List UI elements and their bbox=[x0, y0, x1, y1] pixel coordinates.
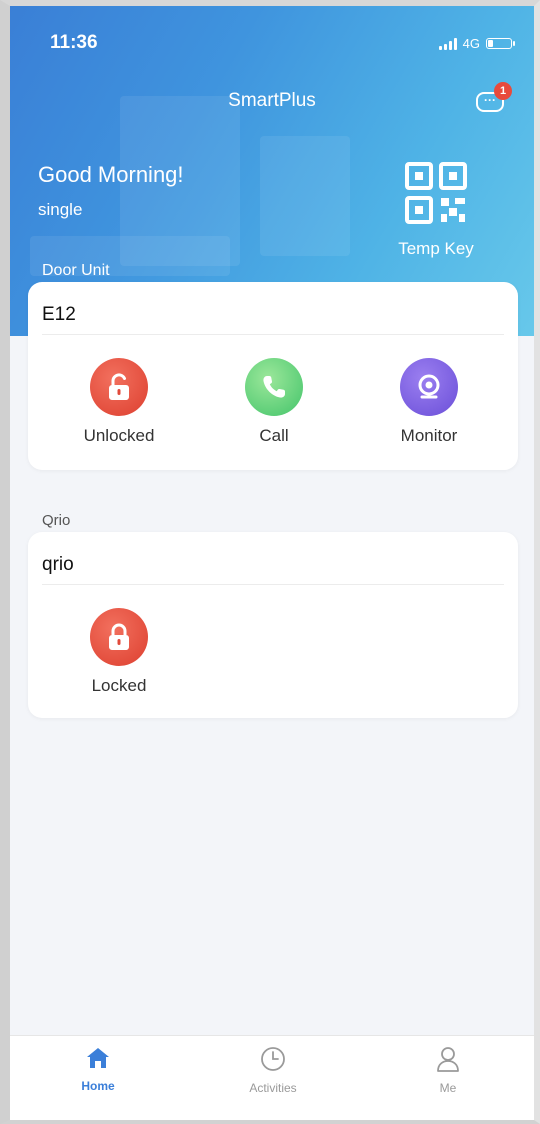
tab-label: Activities bbox=[249, 1081, 297, 1095]
qr-code-icon bbox=[405, 162, 467, 224]
temp-key-button[interactable]: Temp Key bbox=[386, 162, 486, 259]
action-label: Monitor bbox=[400, 426, 458, 445]
home-icon bbox=[87, 1048, 109, 1068]
message-count-badge: 1 bbox=[494, 82, 512, 100]
signal-icon bbox=[438, 37, 457, 50]
action-label: Call bbox=[259, 426, 289, 445]
door-unit-section-label: Door Unit bbox=[42, 262, 110, 279]
monitor-button[interactable]: Monitor bbox=[369, 358, 489, 446]
lock-open-icon bbox=[90, 358, 148, 416]
device-name: qrio bbox=[42, 554, 74, 575]
tab-label: Home bbox=[81, 1079, 115, 1093]
tab-home[interactable]: Home bbox=[38, 1046, 158, 1093]
person-icon bbox=[437, 1047, 459, 1072]
locked-button[interactable]: Locked bbox=[59, 608, 179, 696]
door-unit-card: E12 Unlocked Call Monitor bbox=[28, 282, 518, 470]
qrio-card: qrio Locked bbox=[28, 532, 518, 718]
app-title: SmartPlus bbox=[228, 90, 316, 111]
messages-button[interactable]: ··· 1 bbox=[474, 82, 512, 118]
status-time: 11:36 bbox=[50, 32, 98, 53]
greeting-text: Good Morning! bbox=[38, 162, 184, 187]
unlock-button[interactable]: Unlocked bbox=[59, 358, 179, 446]
tab-label: Me bbox=[439, 1081, 457, 1095]
network-type: 4G bbox=[462, 36, 480, 51]
tab-me[interactable]: Me bbox=[388, 1046, 508, 1095]
background-decor bbox=[260, 136, 350, 256]
action-label: Locked bbox=[91, 676, 147, 695]
device-name: E12 bbox=[42, 304, 76, 325]
qrio-section-label: Qrio bbox=[42, 512, 71, 529]
phone-icon bbox=[245, 358, 303, 416]
clock-icon bbox=[261, 1047, 285, 1071]
username-text: single bbox=[38, 200, 83, 219]
camera-icon bbox=[400, 358, 458, 416]
temp-key-label: Temp Key bbox=[398, 239, 474, 258]
bottom-tab-bar: Home Activities Me bbox=[10, 1035, 534, 1120]
divider bbox=[42, 584, 504, 585]
tab-activities[interactable]: Activities bbox=[213, 1046, 333, 1095]
battery-icon bbox=[486, 38, 515, 49]
lock-closed-icon bbox=[90, 608, 148, 666]
call-button[interactable]: Call bbox=[214, 358, 334, 446]
phone-screen: 11:36 4G SmartPlus ··· 1 Good Morning! s… bbox=[0, 0, 540, 1124]
status-indicators: 4G bbox=[438, 36, 515, 51]
action-label: Unlocked bbox=[83, 426, 155, 445]
divider bbox=[42, 334, 504, 335]
